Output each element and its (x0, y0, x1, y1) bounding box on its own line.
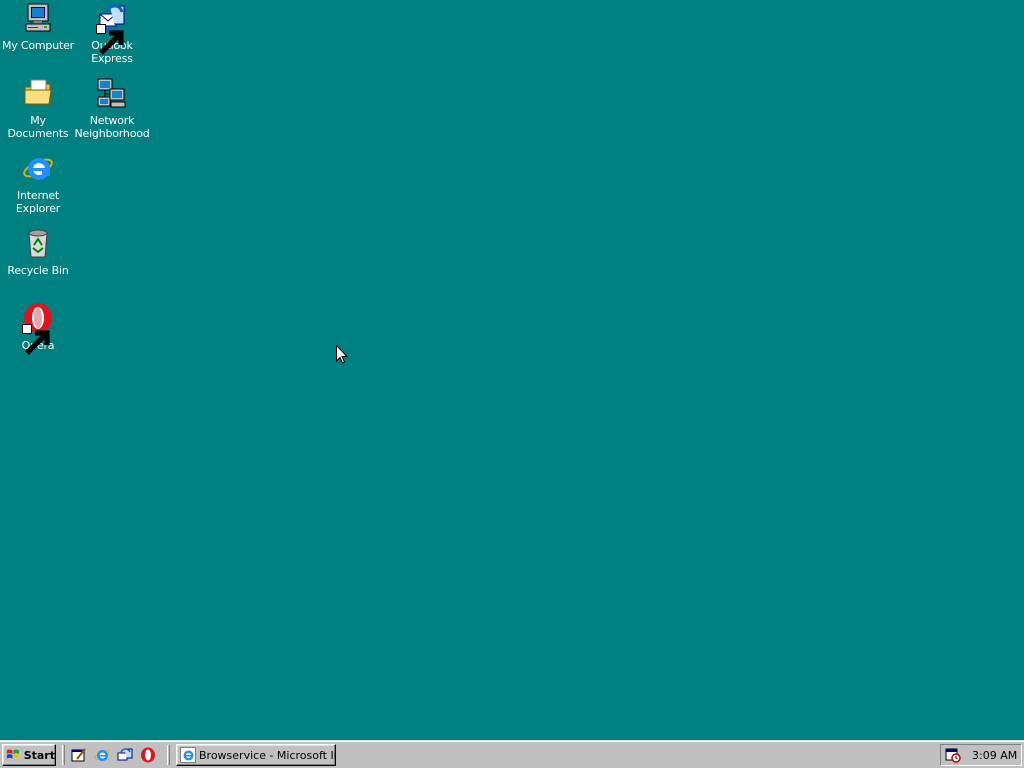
show-desktop-icon[interactable] (71, 747, 87, 763)
my-computer-icon (22, 2, 54, 34)
shortcut-arrow-icon (22, 324, 50, 355)
opera-icon (22, 302, 54, 355)
taskbar-window-button[interactable]: Browservice - Microsoft Int... (176, 744, 336, 766)
desktop-icon-my-computer[interactable]: My Computer (0, 2, 76, 52)
toolbar-grip[interactable] (167, 745, 170, 765)
system-tray: 3:09 AM (940, 744, 1022, 766)
outlook-express-icon (96, 2, 128, 55)
start-label: Start (23, 748, 55, 762)
opera-icon[interactable] (140, 747, 156, 763)
taskbar-window-label: Browservice - Microsoft Int... (199, 748, 335, 762)
desktop-icon-label: My Computer (2, 39, 74, 52)
my-documents-icon (22, 77, 54, 109)
desktop-icon-network-neighborhood[interactable]: Network Neighborhood (74, 77, 150, 140)
desktop-icon-label: Internet Explorer (15, 189, 61, 215)
desktop-icon-internet-explorer[interactable]: Internet Explorer (0, 152, 76, 215)
desktop[interactable]: My Computer Outlook Express My Documents… (0, 0, 1024, 740)
taskbar: Start Browservice - Microsoft I 3:09 AM (0, 740, 1024, 768)
internet-explorer-icon (180, 747, 196, 763)
desktop-icon-outlook-express[interactable]: Outlook Express (74, 2, 150, 65)
network-neighborhood-icon (96, 77, 128, 109)
shortcut-arrow-icon (96, 24, 124, 55)
desktop-icon-my-documents[interactable]: My Documents (0, 77, 76, 140)
outlook-express-icon[interactable] (117, 747, 133, 763)
desktop-icon-recycle-bin[interactable]: Recycle Bin (0, 227, 76, 277)
desktop-icon-opera[interactable]: Opera (0, 302, 76, 355)
desktop-icon-label: Network Neighborhood (74, 114, 150, 140)
toolbar-grip[interactable] (62, 745, 65, 765)
scheduler-icon[interactable] (945, 747, 961, 763)
desktop-icon-label: Recycle Bin (7, 264, 69, 277)
windows-logo-icon (6, 749, 19, 759)
internet-explorer-icon (22, 152, 54, 184)
recycle-bin-icon (22, 227, 54, 259)
start-button[interactable]: Start (2, 744, 56, 766)
internet-explorer-icon[interactable] (94, 747, 110, 763)
mouse-pointer-icon (336, 345, 348, 364)
clock[interactable]: 3:09 AM (972, 749, 1017, 762)
desktop-icon-label: My Documents (7, 114, 69, 140)
